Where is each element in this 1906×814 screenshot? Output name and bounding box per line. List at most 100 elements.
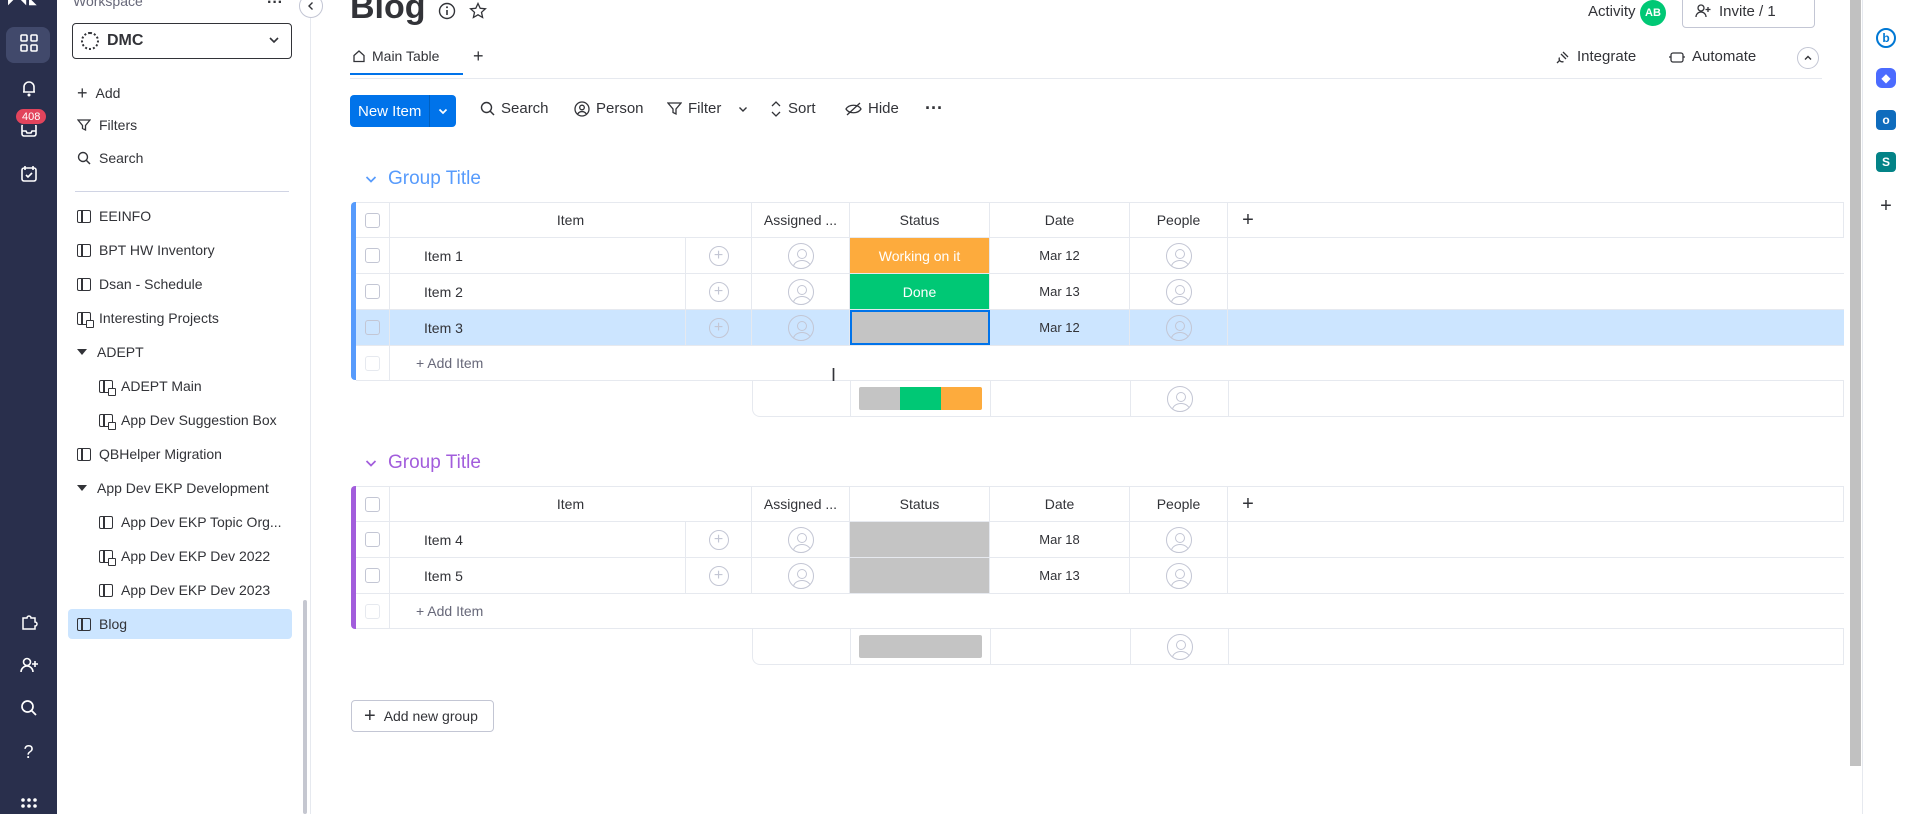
sidebar-item-app-dev-ekp-dev-2023[interactable]: App Dev EKP Dev 2023	[99, 575, 270, 605]
checkbox[interactable]	[365, 568, 380, 583]
date-cell[interactable]: Mar 13	[990, 558, 1130, 593]
sidebar-filters-button[interactable]: Filters	[77, 113, 137, 137]
copilot-icon[interactable]: ◆	[1876, 68, 1896, 88]
column-item[interactable]: Item	[390, 203, 752, 237]
people-cell[interactable]	[1130, 238, 1228, 273]
sidebar-item-app-dev-ekp-topic-org[interactable]: App Dev EKP Topic Org...	[99, 507, 282, 537]
global-search-button[interactable]	[0, 688, 57, 728]
status-cell-focused[interactable]	[850, 310, 990, 345]
table-row[interactable]: Item 1 + Working on it Mar 12	[356, 238, 1844, 274]
apps-button[interactable]	[0, 602, 57, 642]
assigned-cell[interactable]	[752, 310, 850, 345]
bing-icon[interactable]: b	[1876, 28, 1896, 48]
people-cell[interactable]	[1130, 558, 1228, 593]
assigned-cell[interactable]	[752, 522, 850, 557]
column-item[interactable]: Item	[390, 487, 752, 521]
column-status[interactable]: Status	[850, 487, 990, 521]
date-cell[interactable]: Mar 12	[990, 238, 1130, 273]
add-item-input[interactable]: + Add Item	[390, 346, 690, 380]
toolbar-search-button[interactable]: Search	[480, 100, 549, 117]
table-row[interactable]: Item 5 + Mar 13	[356, 558, 1844, 594]
add-item-row[interactable]: + Add Item	[356, 594, 1844, 629]
add-item-row[interactable]: + Add Item	[356, 346, 1844, 381]
integrate-button[interactable]: Integrate	[1555, 48, 1636, 65]
assigned-cell[interactable]	[752, 558, 850, 593]
sidebar-item-dsan-schedule[interactable]: Dsan - Schedule	[77, 269, 203, 299]
activity-button[interactable]: Activity	[1588, 3, 1636, 20]
automate-button[interactable]: Automate	[1668, 48, 1756, 65]
workspace-menu-icon[interactable]: ···	[267, 0, 283, 12]
add-update-cell[interactable]: +	[686, 558, 752, 593]
row-checkbox-cell[interactable]	[356, 238, 390, 273]
status-cell[interactable]	[850, 522, 990, 557]
toolbar-person-button[interactable]: Person	[574, 100, 644, 117]
status-cell[interactable]: Working on it	[850, 238, 990, 273]
chevron-down-icon[interactable]	[364, 456, 378, 470]
checkbox[interactable]	[365, 284, 380, 299]
sidebar-scrollbar[interactable]	[303, 600, 307, 814]
date-cell[interactable]: Mar 18	[990, 522, 1130, 557]
row-checkbox-cell[interactable]	[356, 274, 390, 309]
favorite-button[interactable]	[469, 1, 487, 24]
add-update-cell[interactable]: +	[686, 522, 752, 557]
checkbox[interactable]	[365, 320, 380, 335]
select-all-cell[interactable]	[356, 487, 390, 521]
chevron-down-icon[interactable]	[737, 103, 749, 115]
product-switcher-button[interactable]	[0, 784, 57, 814]
sidebar-folder-adept[interactable]: ADEPT	[77, 337, 144, 367]
add-update-cell[interactable]: +	[686, 310, 752, 345]
add-app-icon[interactable]: +	[1876, 195, 1896, 217]
sidebar-item-app-dev-suggestion-box[interactable]: App Dev Suggestion Box	[99, 405, 277, 435]
add-update-icon[interactable]: +	[708, 565, 729, 586]
table-row-selected[interactable]: Item 3 + Mar 12	[356, 310, 1844, 346]
notifications-button[interactable]	[0, 68, 57, 108]
add-update-cell[interactable]: +	[686, 274, 752, 309]
assigned-cell[interactable]	[752, 274, 850, 309]
workspaces-button[interactable]	[0, 23, 57, 63]
group-2-header[interactable]: Group Title	[364, 452, 481, 474]
add-update-icon[interactable]: +	[708, 317, 729, 338]
select-all-cell[interactable]	[356, 203, 390, 237]
workspace-selector[interactable]: DMC	[72, 23, 292, 59]
summary-status[interactable]	[851, 381, 991, 416]
toolbar-more-button[interactable]: ···	[925, 98, 943, 119]
status-battery[interactable]	[859, 635, 982, 658]
toolbar-hide-button[interactable]: Hide	[845, 100, 899, 117]
add-update-icon[interactable]: +	[708, 281, 729, 302]
item-name[interactable]: Item 4	[390, 522, 686, 557]
checkbox[interactable]	[365, 532, 380, 547]
invite-members-button[interactable]	[0, 645, 57, 685]
summary-status[interactable]	[851, 629, 991, 664]
add-column-button[interactable]: +	[1228, 487, 1268, 521]
main-scrollbar[interactable]	[1850, 0, 1861, 766]
table-row[interactable]: Item 4 + Mar 18	[356, 522, 1844, 558]
invite-button[interactable]: Invite / 1	[1682, 0, 1815, 28]
column-people[interactable]: People	[1130, 203, 1228, 237]
people-cell[interactable]	[1130, 522, 1228, 557]
people-cell[interactable]	[1130, 310, 1228, 345]
group-title[interactable]: Group Title	[388, 452, 481, 474]
row-checkbox-cell[interactable]	[356, 558, 390, 593]
add-column-button[interactable]: +	[1228, 203, 1268, 237]
status-battery[interactable]	[859, 387, 982, 410]
status-cell[interactable]	[850, 558, 990, 593]
chevron-down-icon[interactable]	[364, 172, 378, 186]
help-button[interactable]: ?	[0, 732, 57, 772]
sidebar-item-interesting-projects[interactable]: Interesting Projects	[77, 303, 219, 333]
assigned-cell[interactable]	[752, 238, 850, 273]
collapse-header-button[interactable]	[1797, 47, 1819, 69]
sidebar-item-bpt-hw-inventory[interactable]: BPT HW Inventory	[77, 235, 215, 265]
outlook-icon[interactable]: o	[1876, 110, 1896, 130]
column-assigned[interactable]: Assigned ...	[752, 487, 850, 521]
add-update-icon[interactable]: +	[708, 529, 729, 550]
column-date[interactable]: Date	[990, 203, 1130, 237]
column-date[interactable]: Date	[990, 487, 1130, 521]
status-cell[interactable]: Done	[850, 274, 990, 309]
add-update-cell[interactable]: +	[686, 238, 752, 273]
group-title[interactable]: Group Title	[388, 168, 481, 190]
sidebar-item-qbhelper-migration[interactable]: QBHelper Migration	[77, 439, 222, 469]
tab-main-table[interactable]: Main Table	[352, 48, 439, 64]
sidebar-add-button[interactable]: + Add	[77, 81, 120, 105]
sidebar-item-blog[interactable]: Blog	[68, 609, 292, 639]
group-1-header[interactable]: Group Title	[364, 168, 481, 190]
